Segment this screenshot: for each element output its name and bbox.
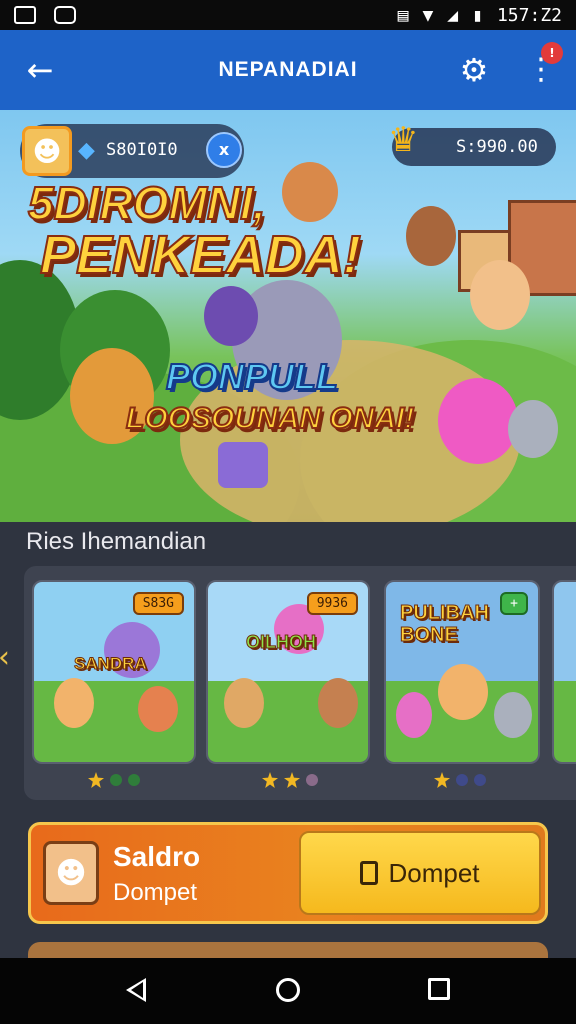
card-character: [318, 678, 358, 728]
star-icon: [88, 772, 104, 788]
nav-back-icon[interactable]: [126, 978, 146, 1002]
status-bar: ▤ ▼ ◢ ▮ 157:Z2: [0, 0, 576, 30]
user-avatar: ☻: [43, 841, 99, 905]
rating-dot: [110, 774, 122, 786]
game-card[interactable]: S83G SANDRA: [32, 580, 196, 764]
card-title: SANDRA: [74, 654, 148, 674]
image-icon: [14, 6, 36, 24]
player-avatar[interactable]: ☻: [22, 126, 72, 176]
purple-box-decoration: [218, 442, 268, 488]
battery-icon: ▮: [472, 4, 483, 26]
pink-cat-character: [438, 378, 518, 464]
card-character: [138, 686, 178, 732]
card-price: S83G: [132, 592, 184, 615]
rating-dot: [456, 774, 468, 786]
vibrate-icon: ▤: [397, 4, 409, 26]
gem-icon: ◆: [78, 138, 95, 163]
coins-value: S:990.00: [456, 137, 538, 157]
raccoon-character: [508, 400, 558, 458]
card-character: [224, 678, 264, 728]
cat-character-ear: [204, 286, 258, 346]
signal-icon: ◢: [447, 4, 459, 26]
app-bar: ← NEPANADIAI ⚙ ⋮ !: [0, 30, 576, 110]
wallet-button[interactable]: Dompet: [299, 831, 541, 915]
game-card-partial[interactable]: [552, 580, 576, 764]
card-title: OILHOH: [246, 632, 317, 653]
card-character: [438, 664, 488, 720]
wallet-subtitle: Dompet: [113, 879, 198, 906]
star-icon: [434, 772, 450, 788]
system-nav-bar: [0, 958, 576, 1024]
card-character: [396, 692, 432, 738]
card-price: 9936: [306, 592, 358, 615]
card-title: PULIBAH BONE: [400, 602, 490, 647]
nav-recent-apps-icon[interactable]: [428, 978, 450, 1000]
kid-character: [470, 260, 530, 330]
rating-dot: [306, 774, 318, 786]
fox-character: [282, 162, 338, 222]
rating-dot: [128, 774, 140, 786]
wallet-balance-card: ☻ Saldro Dompet Dompet: [28, 822, 548, 924]
card-character: [494, 692, 532, 738]
add-currency-button[interactable]: x: [206, 132, 242, 168]
game-card[interactable]: 9936 OILHOH: [206, 580, 370, 764]
dog-character: [406, 206, 456, 266]
rating-dot: [474, 774, 486, 786]
star-icon: [284, 772, 300, 788]
nav-home-icon[interactable]: [276, 978, 300, 1002]
card-rating: [434, 772, 486, 788]
coins-panel: ♛ S:990.00: [388, 120, 556, 166]
chevron-left-icon[interactable]: ‹: [0, 640, 10, 675]
game-card[interactable]: + PULIBAH BONE: [384, 580, 540, 764]
wallet-icon: [360, 861, 379, 885]
headline-line2: PENKEADA!: [39, 224, 362, 286]
gear-icon[interactable]: ⚙: [456, 52, 492, 88]
wallet-button-label: Dompet: [388, 857, 480, 888]
subline1: PONPULL: [165, 355, 339, 398]
card-rating: [262, 772, 318, 788]
camera-icon: [54, 6, 76, 24]
crown-icon: ♛: [388, 120, 419, 160]
card-grass: [554, 681, 576, 762]
wallet-title: Saldro: [113, 841, 201, 872]
currency-value: S80I0I0: [106, 140, 178, 160]
hero-banner[interactable]: ☻ ◆ S80I0I0 x ♛ S:990.00 5DIROMNI, PENKE…: [0, 110, 576, 522]
app-title: NEPANADIAI: [218, 58, 358, 81]
card-character: [54, 678, 94, 728]
status-time: 157:Z2: [496, 4, 562, 26]
notification-badge: !: [541, 42, 563, 64]
wifi-icon: ▼: [422, 4, 434, 26]
player-currency-panel: ☻ ◆ S80I0I0 x: [20, 124, 244, 178]
star-icon: [262, 772, 278, 788]
card-background: [554, 582, 576, 690]
subline2: LOOSOUNAN ONAI!: [125, 401, 415, 436]
headline-line1: 5DIROMNI,: [27, 176, 267, 230]
section-title: Ries Ihemandian: [26, 528, 207, 555]
back-arrow-icon[interactable]: ←: [22, 52, 58, 88]
card-rating: [88, 772, 140, 788]
